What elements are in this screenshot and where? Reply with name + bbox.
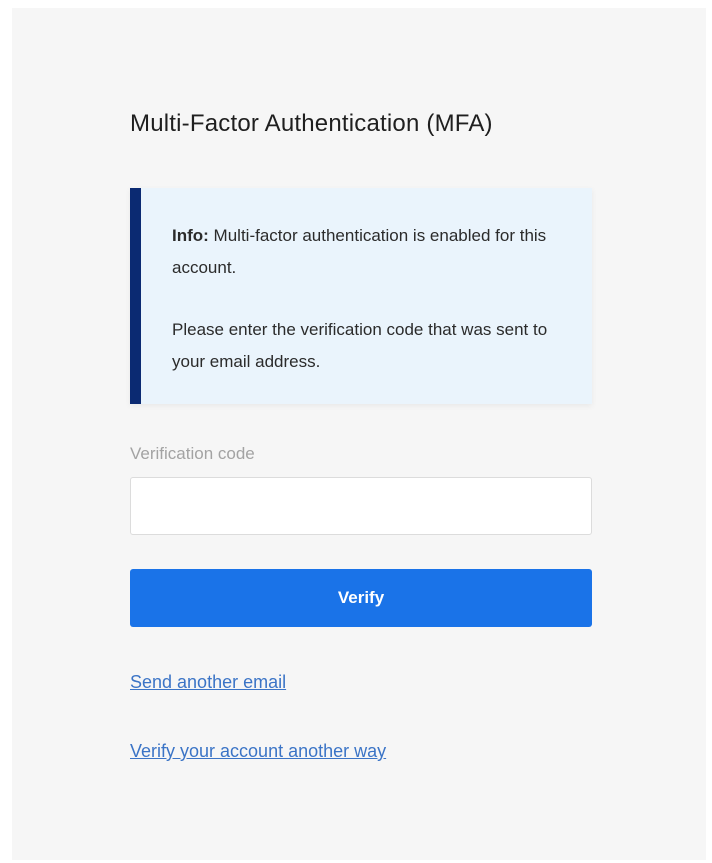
info-line-1: Multi-factor authentication is enabled f… xyxy=(172,226,547,277)
page-title: Multi-Factor Authentication (MFA) xyxy=(130,110,493,137)
verification-code-label: Verification code xyxy=(130,444,255,463)
info-accent-bar xyxy=(130,188,141,404)
send-another-email-link[interactable]: Send another email xyxy=(130,672,286,693)
info-label: Info: xyxy=(172,226,209,245)
info-paragraph-2: Please enter the verification code that … xyxy=(172,320,548,371)
verify-another-way-link[interactable]: Verify your account another way xyxy=(130,741,386,762)
verification-code-input[interactable] xyxy=(130,477,592,535)
info-message: Info: Multi-factor authentication is ena… xyxy=(172,220,572,378)
verify-button[interactable]: Verify xyxy=(130,569,592,627)
info-paragraph-1: Info: Multi-factor authentication is ena… xyxy=(172,220,572,284)
info-alert: Info: Multi-factor authentication is ena… xyxy=(130,188,592,404)
